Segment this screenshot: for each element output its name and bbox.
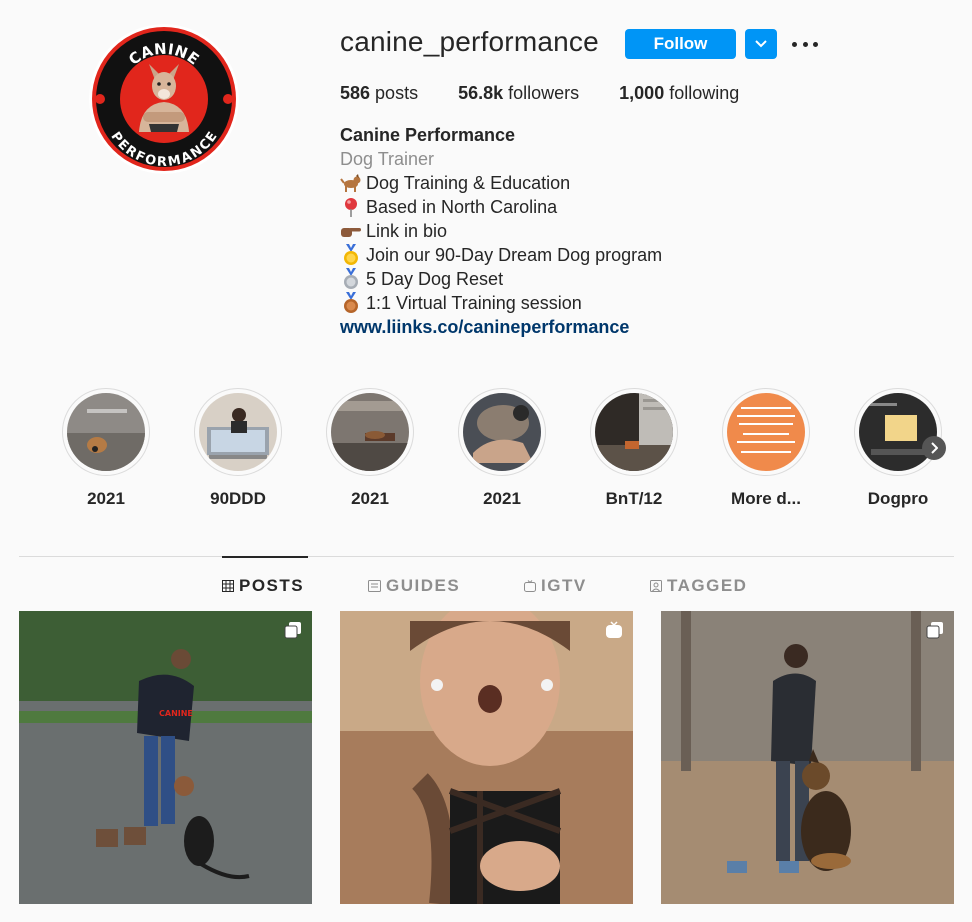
tab-label: POSTS — [239, 576, 305, 595]
more-options-button[interactable] — [792, 34, 818, 54]
highlight-item[interactable]: 2021 — [326, 388, 414, 509]
highlight-cover — [199, 393, 277, 471]
post-thumbnail[interactable]: CANINE — [19, 611, 312, 904]
highlight-label: More d... — [731, 489, 801, 508]
highlights-next-button[interactable] — [922, 436, 946, 460]
post-image — [340, 611, 633, 904]
svg-text:CANINE: CANINE — [159, 709, 193, 718]
tab-guides[interactable]: GUIDES — [368, 576, 460, 596]
tab-label: TAGGED — [667, 576, 748, 595]
chevron-right-icon — [931, 442, 938, 454]
highlight-cover — [859, 393, 937, 471]
bio-line: Link in bio — [340, 219, 662, 243]
grid-icon — [222, 580, 234, 592]
carousel-icon — [284, 622, 301, 639]
story-highlights: 2021 90DDD 2021 2021 BnT/12 More d... Do… — [62, 388, 962, 508]
highlight-label: 2021 — [351, 489, 389, 508]
highlight-item[interactable]: More d... — [722, 388, 810, 509]
posts-count: 586 — [340, 83, 371, 103]
highlight-item[interactable]: 90DDD — [194, 388, 282, 509]
profile-avatar[interactable]: CANINE PERFORMANCE — [89, 24, 239, 174]
posts-stat: 586 posts — [340, 83, 418, 104]
tagged-icon — [650, 580, 662, 592]
highlight-label: Dogpro — [867, 489, 929, 508]
highlight-item[interactable]: 2021 — [62, 388, 150, 509]
posts-label: posts — [370, 83, 419, 103]
silver-medal-icon — [340, 268, 362, 290]
highlight-cover — [463, 393, 541, 471]
chevron-down-icon — [755, 40, 767, 48]
profile-bio: Canine Performance Dog Trainer Dog Train… — [340, 123, 662, 339]
tab-posts[interactable]: POSTS — [222, 576, 304, 596]
bio-full-name: Canine Performance — [340, 125, 516, 145]
dog-icon — [340, 172, 362, 194]
pin-icon — [340, 196, 362, 218]
more-dot-icon — [813, 41, 818, 47]
highlight-label: 2021 — [87, 489, 125, 508]
bio-line-text: 1:1 Virtual Training session — [366, 293, 582, 313]
active-tab-indicator — [222, 556, 308, 558]
more-dot-icon — [792, 41, 797, 47]
post-image — [661, 611, 954, 904]
more-dot-icon — [802, 41, 808, 47]
tabs-divider — [19, 556, 954, 557]
igtv-icon — [606, 621, 622, 638]
bio-line-text: Join our 90-Day Dream Dog program — [366, 245, 663, 265]
bio-category: Dog Trainer — [340, 149, 435, 169]
tab-igtv[interactable]: IGTV — [524, 576, 587, 596]
gold-medal-icon — [340, 244, 362, 266]
bronze-medal-icon — [340, 292, 362, 314]
canine-performance-logo: CANINE PERFORMANCE — [89, 24, 239, 174]
highlight-cover — [595, 393, 673, 471]
following-stat[interactable]: 1,000 following — [619, 83, 739, 104]
highlight-item[interactable]: 2021 — [458, 388, 546, 509]
bio-line-text: Dog Training & Education — [366, 173, 571, 193]
bio-line: Join our 90-Day Dream Dog program — [340, 243, 662, 267]
bio-line: 1:1 Virtual Training session — [340, 291, 662, 315]
highlight-label: 90DDD — [210, 489, 266, 508]
bio-line-text: Based in North Carolina — [366, 197, 558, 217]
bio-line: 5 Day Dog Reset — [340, 267, 662, 291]
profile-stats: 586 posts 56.8k followers 1,000 followin… — [340, 83, 779, 104]
highlight-label: 2021 — [483, 489, 521, 508]
bio-line: Dog Training & Education — [340, 171, 662, 195]
followers-label: followers — [503, 83, 580, 103]
post-image: CANINE — [19, 611, 312, 904]
suggested-accounts-button[interactable] — [745, 29, 777, 59]
bio-link[interactable]: www.liinks.co/canineperformance — [340, 315, 662, 339]
highlight-cover — [727, 393, 805, 471]
followers-count: 56.8k — [458, 83, 504, 103]
highlight-cover — [67, 393, 145, 471]
following-label: following — [664, 83, 740, 103]
post-thumbnail[interactable] — [340, 611, 633, 904]
bio-line-text: Link in bio — [366, 221, 448, 241]
following-count: 1,000 — [619, 83, 665, 103]
followers-stat[interactable]: 56.8k followers — [458, 83, 579, 104]
highlight-cover — [331, 393, 409, 471]
tab-label: IGTV — [541, 576, 587, 595]
post-thumbnail[interactable] — [661, 611, 954, 904]
bio-line: Based in North Carolina — [340, 195, 662, 219]
pointing-hand-icon — [340, 220, 362, 242]
igtv-icon — [524, 580, 536, 592]
guide-icon — [368, 580, 381, 592]
profile-username: canine_performance — [340, 26, 599, 57]
tab-label: GUIDES — [386, 576, 461, 595]
carousel-icon — [926, 622, 943, 639]
tab-tagged[interactable]: TAGGED — [650, 576, 747, 596]
follow-button[interactable]: Follow — [625, 29, 736, 59]
highlight-item[interactable]: BnT/12 — [590, 388, 678, 509]
highlight-label: BnT/12 — [605, 489, 663, 508]
bio-line-text: 5 Day Dog Reset — [366, 269, 504, 289]
